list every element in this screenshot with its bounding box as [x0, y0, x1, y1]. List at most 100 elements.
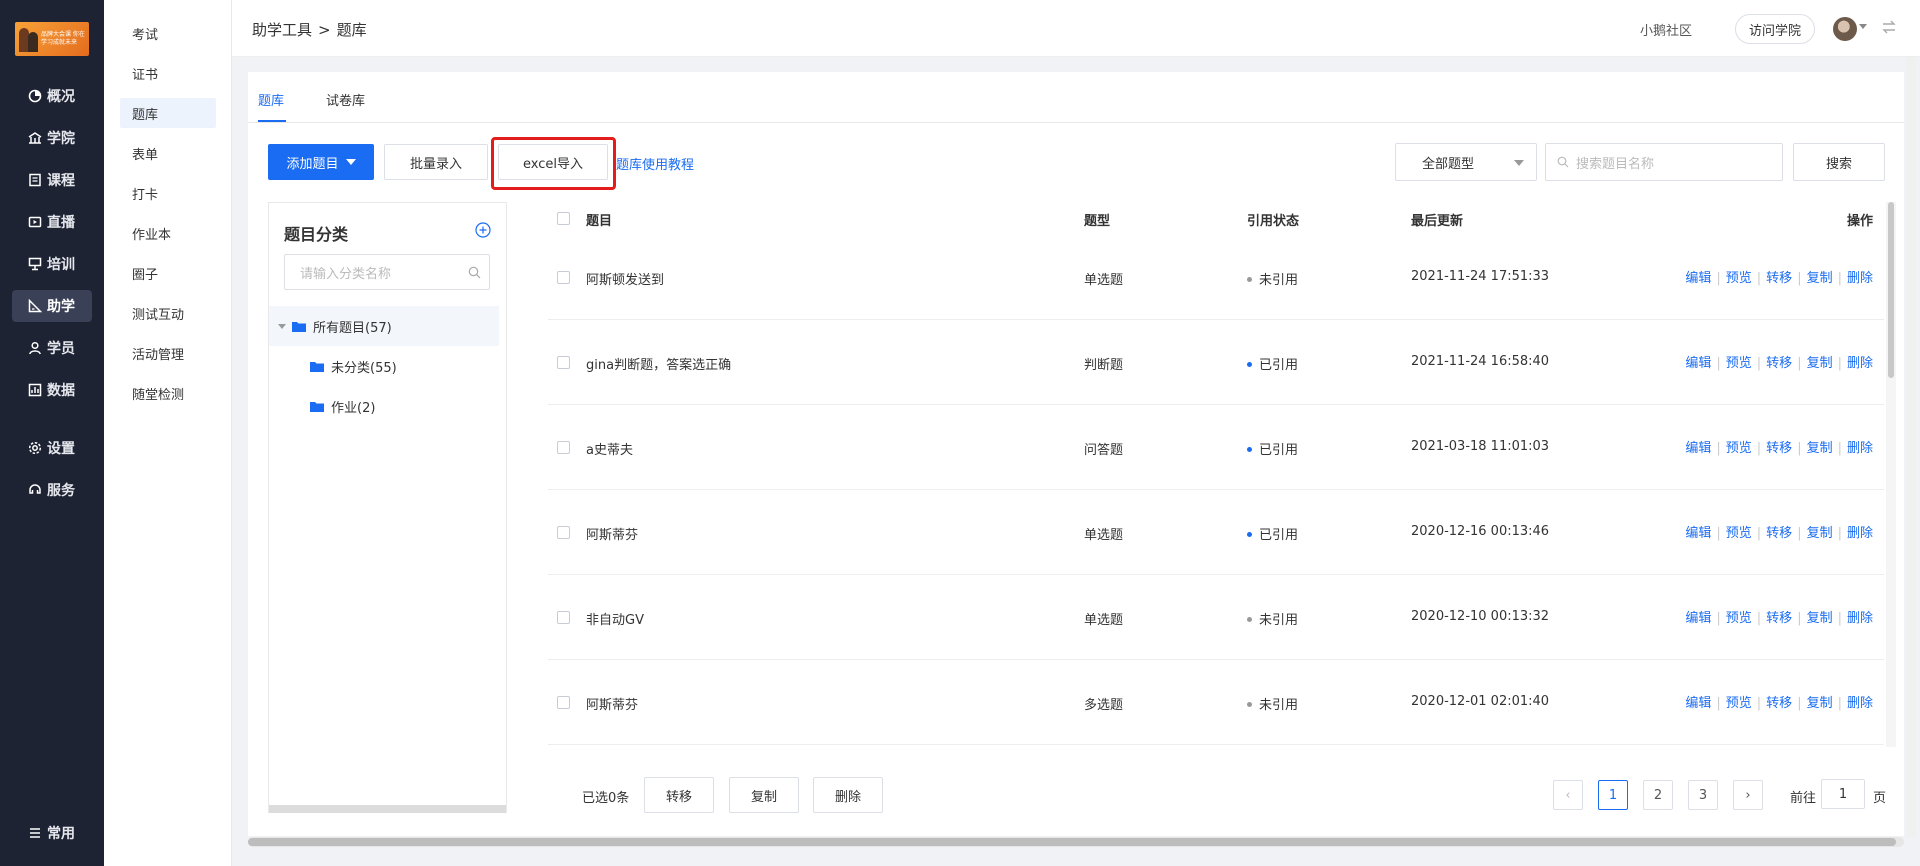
bulk-delete-button[interactable]: 删除 [813, 777, 883, 813]
subnav-item-checkin[interactable]: 打卡 [120, 178, 216, 208]
tutorial-link[interactable]: 题库使用教程 [616, 154, 694, 173]
question-title[interactable]: gina判断题，答案选正确 [586, 354, 731, 373]
category-scrollbar[interactable] [269, 805, 506, 813]
nav-item-course[interactable]: 课程 [12, 164, 92, 196]
nav-item-data[interactable]: 数据 [12, 374, 92, 406]
op-4-button[interactable]: 删除 [1847, 696, 1873, 711]
question-title[interactable]: a史蒂夫 [586, 439, 633, 458]
horizontal-scrollbar[interactable] [248, 837, 1904, 847]
op-2-button[interactable]: 转移 [1766, 696, 1792, 711]
page-button-1[interactable]: 1 [1598, 780, 1628, 810]
op-0-button[interactable]: 编辑 [1685, 696, 1711, 711]
page-button-3[interactable]: 3 [1688, 780, 1718, 810]
tree-item-all[interactable]: 所有题目(57) [269, 306, 499, 346]
op-1-button[interactable]: 预览 [1726, 611, 1752, 626]
nav-item-frequent[interactable]: 常用 [12, 817, 92, 849]
subnav-item-homework[interactable]: 作业本 [120, 218, 216, 248]
subnav-item-activity[interactable]: 活动管理 [120, 338, 216, 368]
nav-item-college[interactable]: 学院 [12, 122, 92, 154]
op-1-button[interactable]: 预览 [1726, 271, 1752, 286]
row-checkbox[interactable] [557, 696, 570, 709]
select-all-checkbox[interactable] [557, 212, 570, 225]
op-3-button[interactable]: 复制 [1807, 441, 1833, 456]
op-1-button[interactable]: 预览 [1726, 696, 1752, 711]
op-4-button[interactable]: 删除 [1847, 526, 1873, 541]
op-3-button[interactable]: 复制 [1807, 611, 1833, 626]
goto-page-input[interactable]: 1 [1821, 779, 1865, 809]
op-4-button[interactable]: 删除 [1847, 441, 1873, 456]
row-actions: 编辑 | 预览 | 转移 | 复制 | 删除 [1685, 352, 1873, 371]
op-2-button[interactable]: 转移 [1766, 441, 1792, 456]
scrollbar-thumb[interactable] [248, 838, 1896, 846]
page-button-2[interactable]: 2 [1643, 780, 1673, 810]
subnav-item-question-bank[interactable]: 题库 [120, 98, 216, 128]
switch-icon[interactable] [1880, 18, 1898, 36]
community-link[interactable]: 小鹅社区 [1640, 20, 1692, 39]
breadcrumb-parent[interactable]: 助学工具 [252, 21, 312, 39]
subnav-item-certificate[interactable]: 证书 [120, 58, 216, 88]
op-1-button[interactable]: 预览 [1726, 356, 1752, 371]
add-question-button[interactable]: 添加题目 [268, 144, 374, 180]
visit-college-button[interactable]: 访问学院 [1735, 14, 1815, 44]
op-0-button[interactable]: 编辑 [1685, 356, 1711, 371]
nav-item-training[interactable]: 培训 [12, 248, 92, 280]
bulk-move-button[interactable]: 转移 [644, 777, 714, 813]
add-circle-icon[interactable] [475, 222, 491, 238]
op-2-button[interactable]: 转移 [1766, 526, 1792, 541]
prev-page-button[interactable]: ‹ [1553, 780, 1583, 810]
question-title[interactable]: 非自动GV [586, 609, 644, 628]
op-4-button[interactable]: 删除 [1847, 271, 1873, 286]
subnav-item-exam[interactable]: 考试 [120, 18, 216, 48]
bulk-copy-button[interactable]: 复制 [729, 777, 799, 813]
table-scrollbar[interactable] [1888, 202, 1894, 378]
op-3-button[interactable]: 复制 [1807, 696, 1833, 711]
question-type-select[interactable]: 全部题型 [1395, 143, 1537, 181]
batch-entry-button[interactable]: 批量录入 [384, 144, 488, 180]
subnav-item-quiz-interaction[interactable]: 测试互动 [120, 298, 216, 328]
op-3-button[interactable]: 复制 [1807, 526, 1833, 541]
avatar[interactable] [1833, 17, 1857, 41]
question-title[interactable]: 阿斯蒂芬 [586, 694, 638, 713]
op-0-button[interactable]: 编辑 [1685, 271, 1711, 286]
op-1-button[interactable]: 预览 [1726, 526, 1752, 541]
search-button[interactable]: 搜索 [1793, 143, 1885, 181]
tree-item-uncategorized[interactable]: 未分类(55) [269, 346, 499, 386]
tab-paper-bank[interactable]: 试卷库 [326, 90, 365, 109]
brand-logo[interactable]: 品牌大会课 你在学习成就未来 [15, 22, 89, 56]
nav-item-students[interactable]: 学员 [12, 332, 92, 364]
op-1-button[interactable]: 预览 [1726, 441, 1752, 456]
nav-item-overview[interactable]: 概况 [12, 80, 92, 112]
page-scrollbar[interactable] [1906, 57, 1916, 837]
category-search-input[interactable]: 请输入分类名称 [284, 254, 490, 290]
op-4-button[interactable]: 删除 [1847, 356, 1873, 371]
op-2-button[interactable]: 转移 [1766, 271, 1792, 286]
row-checkbox[interactable] [557, 526, 570, 539]
question-title[interactable]: 阿斯顿发送到 [586, 269, 664, 288]
op-0-button[interactable]: 编辑 [1685, 441, 1711, 456]
row-checkbox[interactable] [557, 356, 570, 369]
op-3-button[interactable]: 复制 [1807, 271, 1833, 286]
nav-item-assist[interactable]: 助学 [12, 290, 92, 322]
row-checkbox[interactable] [557, 441, 570, 454]
next-page-button[interactable]: › [1733, 780, 1763, 810]
op-2-button[interactable]: 转移 [1766, 611, 1792, 626]
tab-question-bank[interactable]: 题库 [258, 90, 284, 109]
nav-item-service[interactable]: 服务 [12, 474, 92, 506]
subnav-item-circle[interactable]: 圈子 [120, 258, 216, 288]
op-0-button[interactable]: 编辑 [1685, 526, 1711, 541]
row-checkbox[interactable] [557, 271, 570, 284]
search-input[interactable]: 搜索题目名称 [1545, 143, 1783, 181]
row-checkbox[interactable] [557, 611, 570, 624]
caret-down-icon[interactable] [278, 323, 286, 329]
op-3-button[interactable]: 复制 [1807, 356, 1833, 371]
op-0-button[interactable]: 编辑 [1685, 611, 1711, 626]
nav-item-settings[interactable]: 设置 [12, 432, 92, 464]
chevron-down-icon[interactable] [1859, 24, 1867, 29]
question-title[interactable]: 阿斯蒂芬 [586, 524, 638, 543]
subnav-item-class-check[interactable]: 随堂检测 [120, 378, 216, 408]
tree-item-homework[interactable]: 作业(2) [269, 386, 499, 426]
op-2-button[interactable]: 转移 [1766, 356, 1792, 371]
nav-item-live[interactable]: 直播 [12, 206, 92, 238]
op-4-button[interactable]: 删除 [1847, 611, 1873, 626]
subnav-item-form[interactable]: 表单 [120, 138, 216, 168]
